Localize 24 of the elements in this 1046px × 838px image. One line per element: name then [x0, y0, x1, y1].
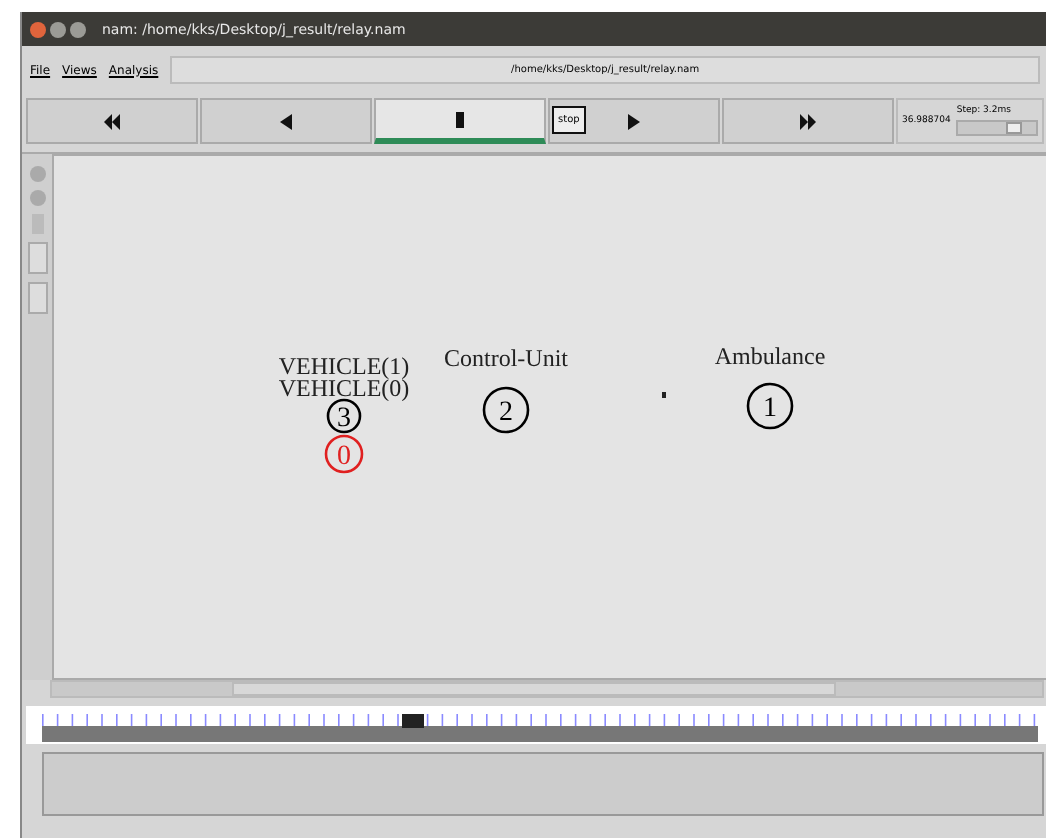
- rewind-button[interactable]: [26, 98, 198, 144]
- toggle-button[interactable]: [27, 282, 47, 314]
- back-icon: [276, 113, 296, 129]
- stop-icon: [450, 111, 470, 127]
- fast-forward-icon: [798, 113, 818, 129]
- node-label: VEHICLE(1): [278, 352, 410, 380]
- play-icon: [624, 113, 644, 129]
- back-button[interactable]: [200, 98, 372, 144]
- horizontal-scrollbar[interactable]: [50, 680, 1044, 698]
- close-icon[interactable]: [30, 21, 46, 37]
- maximize-icon[interactable]: [70, 21, 86, 37]
- toggle-button[interactable]: [27, 242, 47, 274]
- network-node[interactable]: 2: [482, 386, 530, 434]
- network-node[interactable]: 1: [746, 382, 794, 430]
- time-marker[interactable]: [402, 714, 424, 728]
- node-label: Ambulance: [714, 342, 826, 370]
- minimize-icon[interactable]: [50, 21, 66, 37]
- slider-thumb[interactable]: [1006, 122, 1023, 134]
- rewind-icon: [102, 113, 122, 129]
- node-label: Control-Unit: [444, 344, 568, 372]
- network-node[interactable]: 0: [324, 434, 364, 474]
- network-node[interactable]: 3: [326, 398, 362, 434]
- timeline[interactable]: [26, 706, 1046, 744]
- step-slider[interactable]: [956, 120, 1038, 136]
